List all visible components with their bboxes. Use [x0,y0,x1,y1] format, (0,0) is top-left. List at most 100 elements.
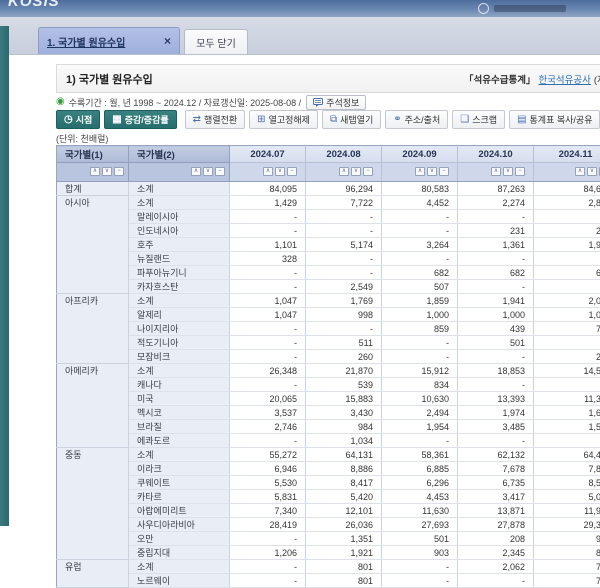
sort-down-icon[interactable]: ∨ [587,167,597,176]
region-group-cell: 아시아 [57,196,129,294]
value-cell: 29,3 [534,518,600,532]
time-point-button[interactable]: ◷ 시점 [56,110,100,129]
value-cell: 260 [306,350,382,364]
sort-up-icon[interactable]: ∧ [191,167,201,176]
value-cell: - [230,280,306,294]
value-cell: 2,8 [534,196,600,210]
unfreeze-column-button[interactable]: ⊞ 열고정해제 [249,110,318,129]
sort-down-icon[interactable]: ∨ [203,167,213,176]
transpose-button[interactable]: ⇄ 행렬전환 [185,110,246,129]
period-info-line: ◉ 수록기간 : 월, 년 1998 ~ 2024.12 / 자료갱신일: 20… [56,94,366,110]
region-group-cell: 아메리카 [57,364,129,448]
table-row: 중립지대1,2061,9219032,3458 [57,546,600,560]
value-cell: 2,274 [458,196,534,210]
sort-down-icon[interactable]: ∨ [102,167,112,176]
value-cell: 2 [534,350,600,364]
value-cell: - [458,280,534,294]
value-cell [534,252,600,266]
sort-clear-icon[interactable]: − [287,167,297,176]
col-header-month: 2024.08 [306,146,382,163]
scrap-button[interactable]: ❑ 스크랩 [452,110,505,129]
value-cell: 4,453 [382,490,458,504]
user-icon[interactable] [478,3,489,14]
sort-up-icon[interactable]: ∧ [339,167,349,176]
table-row: 사우디아라비아28,41926,03627,69327,87829,3 [57,518,600,532]
sort-up-icon[interactable]: ∧ [491,167,501,176]
source-suffix: (자료 [594,72,600,86]
value-cell: 4,452 [382,196,458,210]
table-row: 카타르5,8315,4204,4533,4175,0 [57,490,600,504]
country-cell: 미국 [129,392,230,406]
value-cell: 682 [382,266,458,280]
value-cell: 1,206 [230,546,306,560]
table-row: 유럽소계-801-2,0627 [57,560,600,574]
value-cell: 14,5 [534,364,600,378]
copy-share-button[interactable]: ▤ 통계표 복사/공유 [509,110,600,129]
table-row: 적도기니아-511-501 [57,336,600,350]
value-cell: 1,974 [458,406,534,420]
value-cell: 10,630 [382,392,458,406]
value-cell: 11,9 [534,504,600,518]
sort-clear-icon[interactable]: − [515,167,525,176]
value-cell: - [382,434,458,448]
value-cell: 3,417 [458,490,534,504]
value-cell: 5,420 [306,490,382,504]
value-cell: 5,174 [306,238,382,252]
source-org-link[interactable]: 한국석유공사 [538,72,590,86]
value-cell: - [230,434,306,448]
tab-close-all[interactable]: 모두 닫기 [184,29,248,54]
sort-down-icon[interactable]: ∨ [275,167,285,176]
value-cell: - [306,266,382,280]
button-label: 통계표 복사/공유 [530,113,593,126]
sort-down-icon[interactable]: ∨ [503,167,513,176]
value-cell: - [382,350,458,364]
link-icon: ⚭ [393,115,401,125]
sort-up-icon[interactable]: ∧ [90,167,100,176]
value-cell: - [230,266,306,280]
sort-clear-icon[interactable]: − [363,167,373,176]
table-row: 나이지리아--8594397 [57,322,600,336]
value-cell: 1,769 [306,294,382,308]
country-cell: 아랍에미리트 [129,504,230,518]
button-label: 새탭열기 [340,113,373,126]
sort-clear-icon[interactable]: − [114,167,124,176]
note-info-button[interactable]: 주석정보 [306,95,366,110]
unit-label: (단위: 천배럴) [56,132,108,145]
header-widget[interactable] [494,5,566,12]
country-cell: 소계 [129,560,230,574]
country-cell: 쿠웨이트 [129,476,230,490]
value-cell: 1,047 [230,294,306,308]
sort-down-icon[interactable]: ∨ [351,167,361,176]
value-cell: - [230,532,306,546]
increase-rate-button[interactable]: ▦ 증감/증감률 [104,110,176,129]
sort-down-icon[interactable]: ∨ [427,167,437,176]
country-cell: 파푸아뉴기니 [129,266,230,280]
address-source-button[interactable]: ⚭ 주소/출처 [385,110,448,129]
table-row: 아랍에미리트7,34012,10111,63013,87111,9 [57,504,600,518]
region-group-cell: 중동 [57,448,129,560]
sort-clear-icon[interactable]: − [439,167,449,176]
value-cell: - [458,434,534,448]
sort-up-icon[interactable]: ∧ [415,167,425,176]
value-cell: 28,419 [230,518,306,532]
value-cell: 11,3 [534,392,600,406]
table-row: 멕시코3,5373,4302,4941,9741,6 [57,406,600,420]
country-cell: 나이지리아 [129,322,230,336]
close-tab-icon[interactable]: × [164,36,171,46]
new-tab-button[interactable]: ⧉ 새탭열기 [322,110,381,129]
value-cell: 1,101 [230,238,306,252]
sort-up-icon[interactable]: ∧ [575,167,585,176]
value-cell: 80,583 [382,182,458,196]
left-edge-panel [0,26,9,526]
value-cell: 1,429 [230,196,306,210]
table-row: 노르웨이-801--7 [57,574,600,588]
table-row: 호주1,1015,1743,2641,3611,9 [57,238,600,252]
data-table: 국가별(1) 국가별(2) 2024.07 2024.08 2024.09 20… [56,145,600,588]
tab-active-crude-oil-imports[interactable]: 1. 국가별 원유수입 × [38,27,180,54]
sort-up-icon[interactable]: ∧ [263,167,273,176]
value-cell: 801 [306,574,382,588]
sort-clear-icon[interactable]: − [215,167,225,176]
value-cell: 1,000 [458,308,534,322]
col-header-month: 2024.11 [534,146,600,163]
country-cell: 소계 [129,182,230,196]
